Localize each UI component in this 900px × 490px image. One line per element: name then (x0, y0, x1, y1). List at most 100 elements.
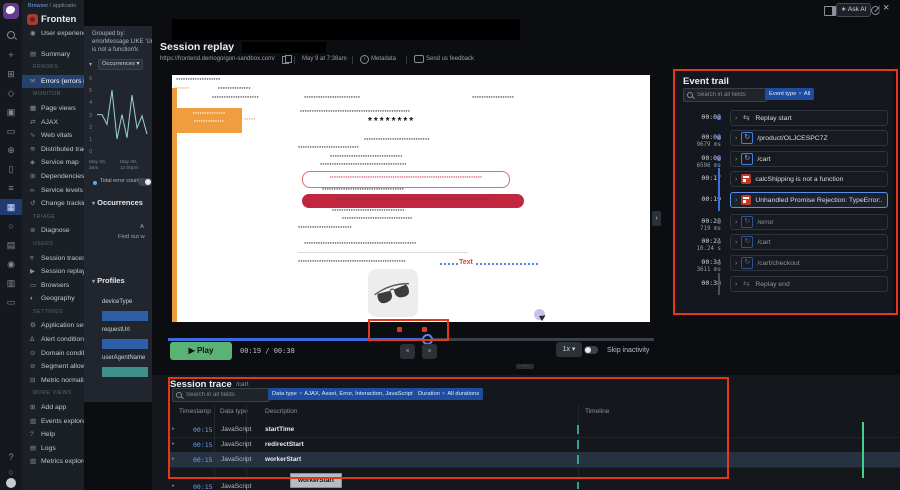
expand-chevron-icon[interactable]: › (735, 281, 737, 288)
sidebar-item-geography[interactable]: ◐Geography (22, 292, 84, 306)
error-marker[interactable] (422, 327, 427, 332)
sidebar-item-help[interactable]: ?Help (22, 428, 84, 442)
hexagon-icon[interactable]: ◇ (0, 85, 22, 101)
chart-icon[interactable]: ▥ (0, 275, 22, 291)
play-button[interactable]: ▶ Play (170, 342, 232, 360)
avatar[interactable] (6, 478, 16, 488)
trace-search[interactable] (172, 388, 270, 402)
sidebar-item-summary[interactable]: ▤Summary (22, 48, 84, 62)
target-icon[interactable]: ⊕ (0, 142, 22, 158)
metric-dropdown[interactable]: Occurrences ▾ (98, 59, 143, 70)
document-icon[interactable]: ▯ (0, 161, 22, 177)
user-icon[interactable]: ○ (0, 218, 22, 234)
column-header-data-type[interactable]: Data type (220, 408, 248, 415)
monitor-icon[interactable]: ▦ (0, 199, 22, 215)
trace-row[interactable]: ▸00:15JavaScript (168, 479, 900, 490)
column-header-timestamp[interactable]: Timestamp (179, 408, 211, 415)
record-icon[interactable]: ◉ (0, 256, 22, 272)
profile-field-bar[interactable] (102, 367, 148, 377)
card-icon[interactable]: ▭ (0, 123, 22, 139)
list-icon[interactable]: ≡ (0, 180, 22, 196)
occurrences-heading[interactable]: ▾ Occurrences (92, 198, 143, 207)
event-row[interactable]: ›↻/cart (730, 151, 888, 167)
error-marker[interactable] (397, 327, 402, 332)
dashboard-icon[interactable]: ▣ (0, 104, 22, 120)
masked-button-pill[interactable]: ****************************************… (302, 194, 524, 208)
metadata-link[interactable]: Metadata (371, 56, 396, 62)
sidebar-item-domain-conditio[interactable]: ⊙Domain conditio (22, 347, 84, 361)
sidebar-item-service-map[interactable]: ◈Service map (22, 156, 84, 170)
event-row[interactable]: ›↻/error (730, 214, 888, 230)
sidebar-item-dependencies[interactable]: ⊞Dependencies (22, 170, 84, 184)
prev-error-button[interactable]: × (400, 344, 415, 359)
event-row[interactable]: ›calcShipping is not a function (730, 171, 888, 187)
speed-dropdown[interactable]: 1x ▾ (556, 342, 582, 357)
column-header-timeline[interactable]: Timeline (585, 408, 609, 415)
row-expander-icon[interactable]: ▸ (172, 426, 175, 432)
product-image[interactable] (368, 269, 418, 317)
session-url[interactable]: https://frontend.demogorgon-sandbox.com/ (160, 56, 275, 62)
sidebar-item-diagnose[interactable]: ⊚Diagnose (22, 224, 84, 238)
breadcrumb[interactable]: Browser / applicatio (28, 3, 76, 9)
column-header-description[interactable]: Description (265, 408, 298, 415)
data-type-chip[interactable]: Data type×AJAX, Asset, Error, Interactio… (268, 388, 416, 400)
sidebar-item-events-explorer[interactable]: ▥Events explorer (22, 415, 84, 429)
profile-field-bar[interactable] (102, 311, 148, 321)
skip-inactivity-toggle[interactable] (584, 346, 598, 354)
event-row[interactable]: ›⇆Replay start (730, 110, 888, 126)
event-row[interactable]: ›Unhandled Promise Rejection: TypeError:… (730, 192, 888, 208)
expand-chevron-icon[interactable]: › (735, 135, 737, 142)
row-expander-icon[interactable]: ▸ (172, 441, 175, 447)
replay-viewport[interactable]: ****************************************… (172, 75, 650, 322)
sidebar-item-web-vitals[interactable]: ∿Web vitals (22, 129, 84, 143)
close-button[interactable]: × (883, 2, 889, 14)
sidebar-item-user-experience[interactable]: ◉User experience (22, 27, 84, 41)
trace-row[interactable]: ▸00:15JavaScriptworkerStart (168, 452, 900, 468)
trace-row[interactable]: ▸00:15JavaScriptredirectStart (168, 437, 900, 453)
sidebar-item-ajax[interactable]: ⇄AJAX (22, 116, 84, 130)
sidebar-item-browsers[interactable]: ▭Browsers (22, 279, 84, 293)
profile-field-bar[interactable] (102, 339, 148, 349)
sidebar-item-logs[interactable]: ▤Logs (22, 442, 84, 456)
event-row[interactable]: ›↻/cart/checkout (730, 255, 888, 271)
sidebar-item-session-traces[interactable]: ≡Session traces (22, 252, 84, 266)
event-search[interactable] (683, 88, 767, 102)
row-expander-icon[interactable]: ▸ (172, 456, 175, 462)
add-icon[interactable]: + (0, 47, 22, 63)
sidebar-item-add-app[interactable]: ⊞Add app (22, 401, 84, 415)
sidebar-item-change-tracking[interactable]: ↺Change tracking (22, 197, 84, 211)
device-icon[interactable]: ▭ (0, 294, 22, 310)
sidebar-item-segment-allow-l[interactable]: ⊘Segment allow l (22, 360, 84, 374)
sidebar-item-session-replay[interactable]: ▶Session replay (22, 265, 84, 279)
apps-grid-icon[interactable]: ⊞ (0, 66, 22, 82)
side-panel-icon[interactable] (824, 6, 836, 16)
sidebar-item-metric-normaliz[interactable]: ⊟Metric normaliz (22, 374, 84, 388)
sidebar-item-service-levels[interactable]: ∞Service levels (22, 184, 84, 198)
breadcrumb-link[interactable]: Browser (28, 3, 48, 9)
expand-chevron-icon[interactable]: › (735, 219, 737, 226)
trace-search-input[interactable] (184, 391, 266, 399)
expand-chevron-icon[interactable]: › (735, 239, 737, 246)
trace-row[interactable]: ▸00:15JavaScriptstartTime (168, 422, 900, 438)
expand-chevron-icon[interactable]: › (735, 197, 737, 204)
search-icon[interactable] (0, 28, 22, 44)
ask-ai-button[interactable]: ∗ Ask AI (836, 3, 871, 17)
event-type-chip[interactable]: Event type×All (765, 88, 814, 100)
expand-chevron-icon[interactable]: › (735, 115, 737, 122)
copy-icon[interactable] (282, 56, 289, 64)
sidebar-item-alert-conditions[interactable]: ΔAlert conditions (22, 333, 84, 347)
sidebar-item-errors-errors-in[interactable]: ✉Errors (errors in (22, 75, 84, 89)
event-row[interactable]: ›↻/cart (730, 234, 888, 250)
legend-toggle[interactable] (138, 178, 152, 186)
feedback-link[interactable]: Send us feedback (426, 56, 474, 62)
sidebar-item-application-sett[interactable]: ⚙Application sett (22, 319, 84, 333)
duration-chip[interactable]: Duration×All durations (414, 388, 483, 400)
datadog-logo[interactable] (3, 3, 19, 19)
sidebar-item-distributed-traci[interactable]: ≋Distributed traci (22, 143, 84, 157)
expand-chevron-icon[interactable]: › (735, 260, 737, 267)
progress-track[interactable] (168, 338, 654, 341)
next-error-button[interactable]: × (422, 344, 437, 359)
event-row[interactable]: ›↻/product/OLJCESPC7Z (730, 130, 888, 146)
expand-chevron-icon[interactable]: › (735, 176, 737, 183)
event-row[interactable]: ›⇆Replay end (730, 276, 888, 292)
